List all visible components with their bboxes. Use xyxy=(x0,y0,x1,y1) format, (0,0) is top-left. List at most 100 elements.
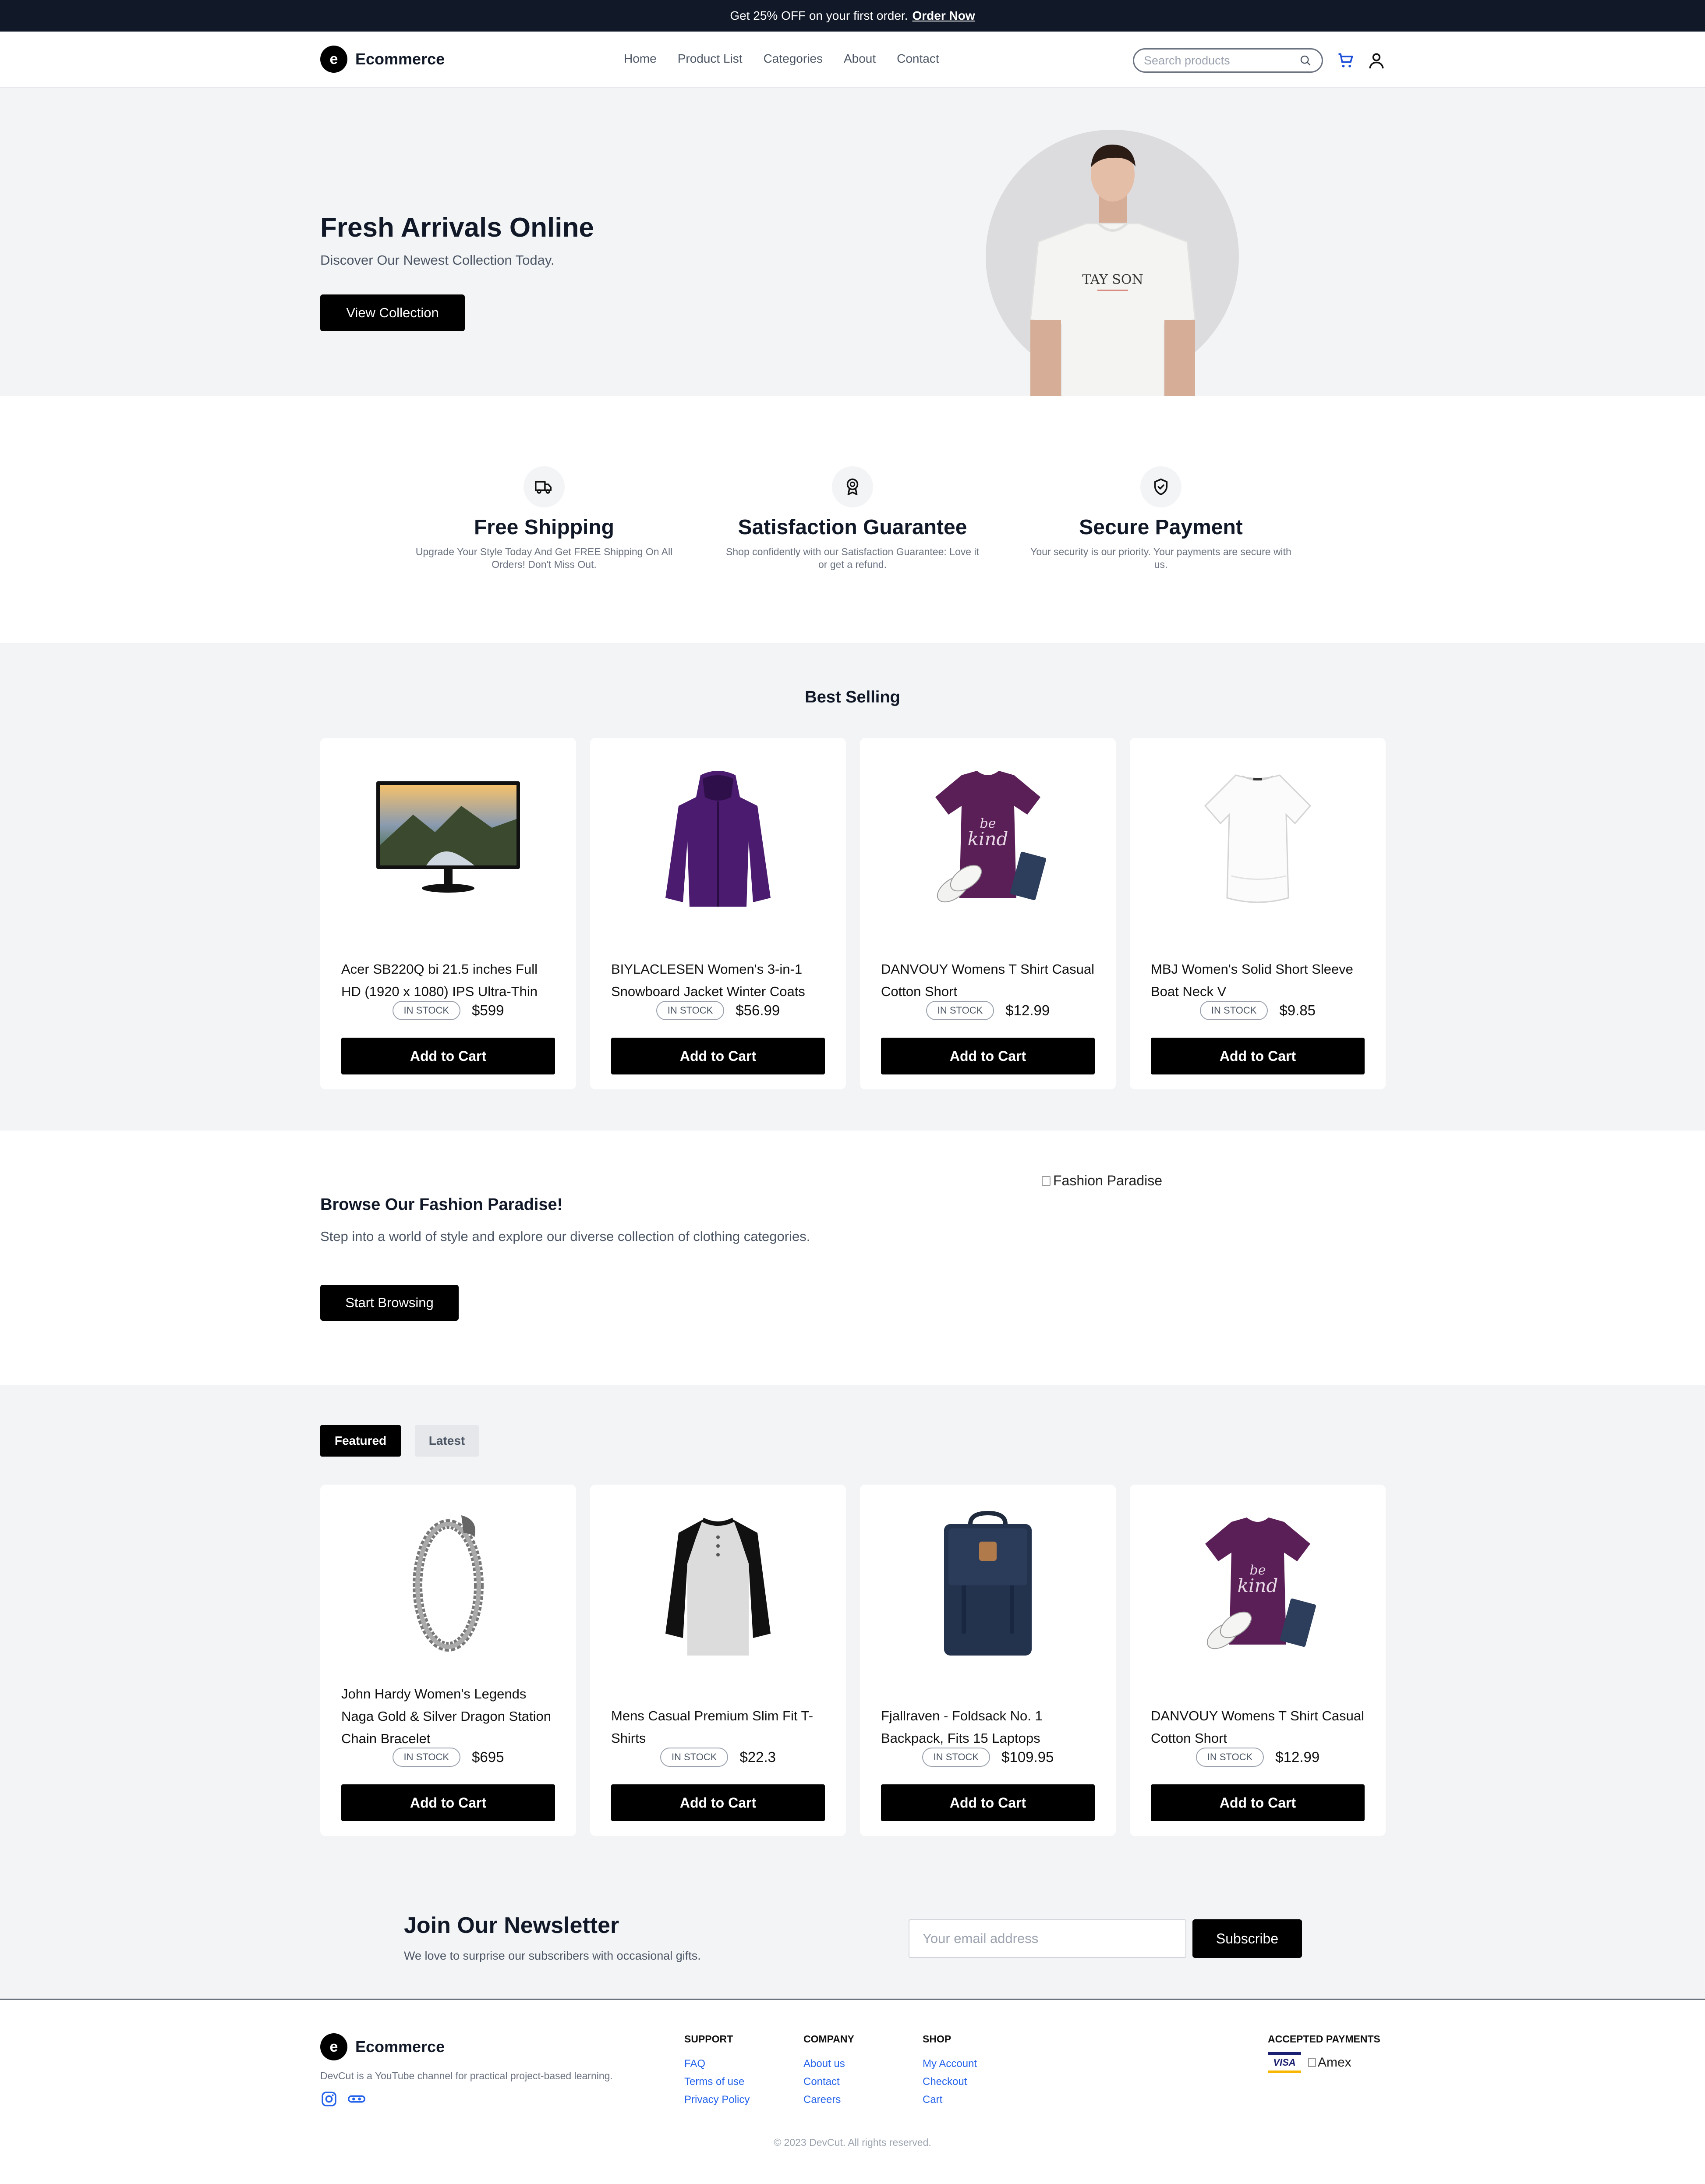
product-card[interactable]: Acer SB220Q bi 21.5 inches Full HD (1920… xyxy=(320,738,576,1089)
monitor-image xyxy=(376,781,520,893)
nav-about[interactable]: About xyxy=(844,52,876,66)
add-to-cart-button[interactable]: Add to Cart xyxy=(611,1038,825,1074)
amex-alt-text: Amex xyxy=(1318,2055,1351,2070)
product-image[interactable] xyxy=(608,755,828,922)
product-image[interactable]: be kind xyxy=(878,755,1097,922)
product-price: $12.99 xyxy=(1275,1749,1320,1765)
brand-name: Ecommerce xyxy=(355,2038,445,2056)
product-card[interactable]: Fjallraven - Foldsack No. 1 Backpack, Fi… xyxy=(860,1485,1116,1836)
image-alt-text: Fashion Paradise xyxy=(1053,1173,1163,1188)
email-field[interactable] xyxy=(909,1919,1186,1958)
nav-product-list[interactable]: Product List xyxy=(678,52,743,66)
add-to-cart-button[interactable]: Add to Cart xyxy=(1151,1038,1365,1074)
shield-check-icon xyxy=(1154,479,1168,495)
view-collection-button[interactable]: View Collection xyxy=(320,294,465,331)
product-image[interactable] xyxy=(608,1502,828,1669)
footer-col-shop: SHOP My Account Checkout Cart xyxy=(923,2033,977,2109)
raglan-shirt-image xyxy=(665,1517,771,1656)
add-to-cart-button[interactable]: Add to Cart xyxy=(881,1038,1095,1074)
footer-link-cart[interactable]: Cart xyxy=(923,2091,977,2109)
product-card[interactable]: be kind DANVOUY Womens T Shirt Casual Co… xyxy=(860,738,1116,1089)
user-icon[interactable] xyxy=(1367,51,1386,70)
footer-col-support: SUPPORT FAQ Terms of use Privacy Policy xyxy=(684,2033,750,2109)
newsletter-section: Join Our Newsletter We love to surprise … xyxy=(0,1877,1705,2000)
product-name[interactable]: DANVOUY Womens T Shirt Casual Cotton Sho… xyxy=(1151,1705,1368,1749)
instagram-icon[interactable] xyxy=(320,2090,338,2108)
footer-link-terms[interactable]: Terms of use xyxy=(684,2073,750,2091)
add-to-cart-button[interactable]: Add to Cart xyxy=(341,1038,555,1074)
product-card[interactable]: MBJ Women's Solid Short Sleeve Boat Neck… xyxy=(1130,738,1386,1089)
order-now-link[interactable]: Order Now xyxy=(913,9,975,23)
footer-link-checkout[interactable]: Checkout xyxy=(923,2073,977,2091)
product-name[interactable]: Mens Casual Premium Slim Fit T-Shirts xyxy=(611,1705,828,1749)
search-icon[interactable] xyxy=(1299,54,1312,67)
link-icon[interactable] xyxy=(347,2090,366,2108)
product-card[interactable]: John Hardy Women's Legends Naga Gold & S… xyxy=(320,1485,576,1836)
feature-title: Satisfaction Guarantee xyxy=(738,516,967,539)
footer-col-company: COMPANY About us Contact Careers xyxy=(803,2033,854,2109)
feature-text: Shop confidently with our Satisfaction G… xyxy=(726,546,979,570)
cart-icon[interactable] xyxy=(1336,51,1355,70)
stock-badge: IN STOCK xyxy=(660,1748,729,1767)
add-to-cart-button[interactable]: Add to Cart xyxy=(341,1784,555,1821)
product-name[interactable]: DANVOUY Womens T Shirt Casual Cotton Sho… xyxy=(881,958,1098,1003)
search-input[interactable] xyxy=(1144,53,1299,67)
product-image[interactable] xyxy=(878,1502,1097,1669)
product-price: $599 xyxy=(472,1002,504,1018)
stock-badge: IN STOCK xyxy=(1196,1748,1264,1767)
header-logo[interactable]: e Ecommerce xyxy=(320,46,445,73)
purple-tshirt-image: be kind xyxy=(1205,1517,1316,1649)
newsletter-title: Join Our Newsletter xyxy=(404,1913,619,1938)
tab-featured[interactable]: Featured xyxy=(320,1425,401,1457)
product-card[interactable]: be kind DANVOUY Womens T Shirt Casual Co… xyxy=(1130,1485,1386,1836)
shirt-print-text: TAY SON xyxy=(1082,272,1143,287)
footer-description: DevCut is a YouTube channel for practica… xyxy=(320,2070,613,2081)
logo-mark: e xyxy=(320,46,347,73)
footer-col-title: COMPANY xyxy=(803,2033,854,2045)
nav-contact[interactable]: Contact xyxy=(897,52,939,66)
product-price: $56.99 xyxy=(736,1002,780,1018)
backpack-image xyxy=(944,1511,1032,1656)
product-image[interactable] xyxy=(339,755,558,922)
product-image[interactable] xyxy=(339,1498,558,1664)
add-to-cart-button[interactable]: Add to Cart xyxy=(881,1784,1095,1821)
product-name[interactable]: MBJ Women's Solid Short Sleeve Boat Neck… xyxy=(1151,958,1368,1003)
subscribe-button[interactable]: Subscribe xyxy=(1192,1919,1302,1958)
stock-badge: IN STOCK xyxy=(922,1748,990,1767)
browse-text: Step into a world of style and explore o… xyxy=(320,1229,810,1244)
product-name[interactable]: Acer SB220Q bi 21.5 inches Full HD (1920… xyxy=(341,958,559,1003)
white-top-image xyxy=(1204,774,1312,903)
purple-tshirt-image: be kind xyxy=(935,771,1047,903)
truck-icon xyxy=(535,481,552,494)
price-row: IN STOCK $22.3 xyxy=(590,1748,846,1767)
footer-link-careers[interactable]: Careers xyxy=(803,2091,854,2109)
add-to-cart-button[interactable]: Add to Cart xyxy=(1151,1784,1365,1821)
tab-latest[interactable]: Latest xyxy=(415,1425,479,1457)
product-card[interactable]: BIYLACLESEN Women's 3-in-1 Snowboard Jac… xyxy=(590,738,846,1089)
search-box xyxy=(1133,48,1323,73)
product-image[interactable]: be kind xyxy=(1148,1502,1367,1669)
add-to-cart-button[interactable]: Add to Cart xyxy=(611,1784,825,1821)
fashion-paradise-image: Fashion Paradise xyxy=(1042,1173,1162,1189)
footer-payments: ACCEPTED PAYMENTS VISA Amex xyxy=(1268,2033,1380,2073)
footer-link-faq[interactable]: FAQ xyxy=(684,2055,750,2073)
footer-link-about[interactable]: About us xyxy=(803,2055,854,2073)
nav-categories[interactable]: Categories xyxy=(764,52,823,66)
logo-mark: e xyxy=(320,2033,347,2060)
product-name[interactable]: BIYLACLESEN Women's 3-in-1 Snowboard Jac… xyxy=(611,958,828,1003)
product-price: $109.95 xyxy=(1001,1749,1054,1765)
amex-logo: Amex xyxy=(1308,2055,1351,2070)
footer-link-account[interactable]: My Account xyxy=(923,2055,977,2073)
svg-text:kind: kind xyxy=(1238,1575,1278,1596)
nav-home[interactable]: Home xyxy=(624,52,657,66)
product-name[interactable]: John Hardy Women's Legends Naga Gold & S… xyxy=(341,1683,559,1750)
product-card[interactable]: Mens Casual Premium Slim Fit T-Shirts IN… xyxy=(590,1485,846,1836)
footer-link-contact[interactable]: Contact xyxy=(803,2073,854,2091)
footer-logo[interactable]: e Ecommerce xyxy=(320,2033,445,2060)
start-browsing-button[interactable]: Start Browsing xyxy=(320,1285,459,1321)
footer-link-privacy[interactable]: Privacy Policy xyxy=(684,2091,750,2109)
product-image[interactable] xyxy=(1148,755,1367,922)
announcement-bar: Get 25% OFF on your first order. Order N… xyxy=(0,0,1705,32)
product-name[interactable]: Fjallraven - Foldsack No. 1 Backpack, Fi… xyxy=(881,1705,1098,1749)
copyright: © 2023 DevCut. All rights reserved. xyxy=(774,2137,931,2148)
